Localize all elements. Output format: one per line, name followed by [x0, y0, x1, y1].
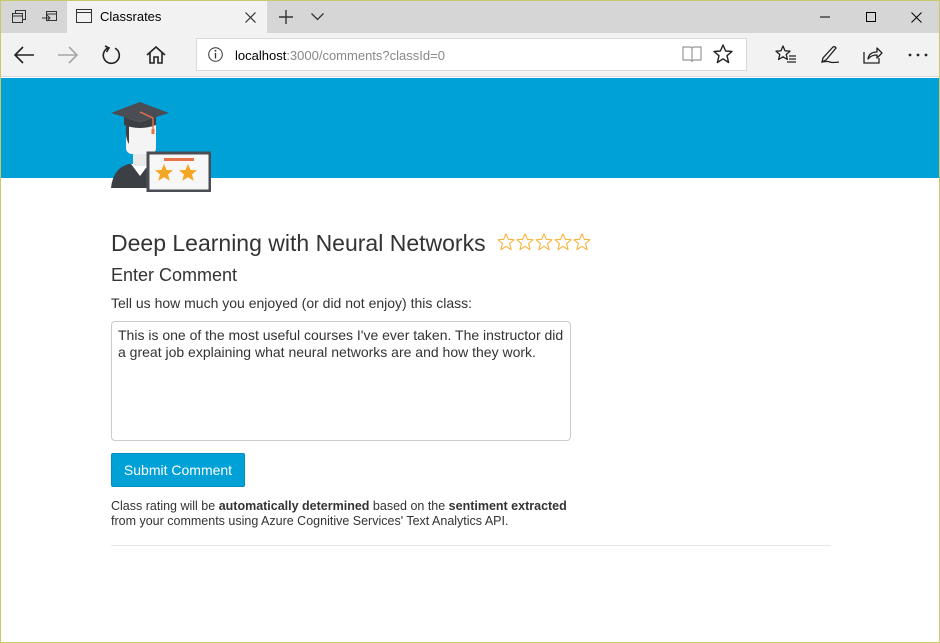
set-aside-tabs-icon[interactable] — [33, 1, 65, 33]
note-bold-1: automatically determined — [218, 499, 370, 513]
note-bold-2: sentiment extracted — [448, 499, 567, 513]
close-icon[interactable] — [239, 6, 261, 28]
more-icon[interactable] — [898, 37, 938, 73]
browser-window: Classrates localhost:3000/comments?class… — [0, 0, 940, 643]
page-icon — [76, 9, 92, 28]
book-icon[interactable] — [682, 45, 702, 68]
classrates-logo — [109, 100, 212, 197]
comment-textarea[interactable]: This is one of the most useful courses I… — [111, 321, 571, 441]
tab-manager-icon[interactable] — [3, 1, 35, 33]
pen-icon[interactable] — [810, 37, 850, 73]
window-close-icon[interactable] — [893, 1, 939, 33]
back-arrow-icon[interactable] — [4, 37, 44, 73]
forward-arrow-icon[interactable] — [48, 37, 88, 73]
address-bar[interactable]: localhost:3000/comments?classId=0 — [196, 38, 747, 71]
rating-stars — [496, 230, 591, 257]
tab-title: Classrates — [100, 9, 162, 24]
star-icon — [534, 230, 553, 257]
home-icon[interactable] — [136, 37, 176, 73]
star-icon — [515, 230, 534, 257]
rating-note: Class rating will be automatically deter… — [111, 499, 831, 528]
comment-prompt: Tell us how much you enjoyed (or did not… — [111, 295, 473, 311]
info-icon[interactable] — [208, 47, 223, 67]
note-text-1: Class rating will be — [111, 499, 219, 513]
comment-heading: Enter Comment — [111, 265, 238, 285]
star-icon[interactable] — [713, 44, 733, 69]
note-text-2: based on the — [369, 499, 449, 513]
plus-icon[interactable] — [273, 1, 299, 33]
url-text[interactable]: localhost:3000/comments?classId=0 — [235, 48, 445, 63]
note-text-3: from your comments using Azure Cognitive… — [111, 513, 509, 528]
maximize-icon[interactable] — [848, 1, 894, 33]
favorites-list-icon[interactable] — [766, 37, 806, 73]
star-icon — [553, 230, 572, 257]
star-icon — [496, 230, 515, 257]
share-icon[interactable] — [853, 37, 893, 73]
page-title: Deep Learning with Neural Networks — [111, 228, 831, 258]
comment-form: Deep Learning with Neural Networks Enter… — [111, 228, 831, 528]
tab-bar: Classrates — [1, 1, 939, 33]
divider — [111, 545, 831, 546]
navigation-bar: localhost:3000/comments?classId=0 — [1, 33, 939, 77]
url-host: localhost — [235, 48, 287, 63]
minimize-icon[interactable] — [802, 1, 848, 33]
refresh-icon[interactable] — [92, 37, 132, 73]
class-title: Deep Learning with Neural Networks — [111, 229, 486, 256]
submit-comment-button[interactable]: Submit Comment — [111, 453, 245, 487]
star-icon — [572, 230, 591, 257]
chevron-down-icon[interactable] — [305, 1, 329, 33]
url-path: :3000/comments?classId=0 — [286, 48, 445, 63]
tab-classrates[interactable]: Classrates — [67, 1, 267, 33]
